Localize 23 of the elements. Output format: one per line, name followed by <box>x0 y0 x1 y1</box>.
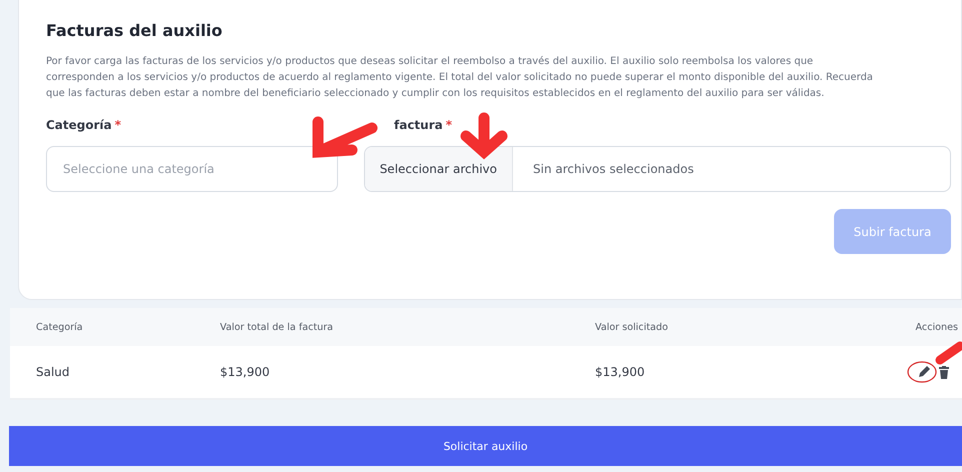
section-title: Facturas del auxilio <box>46 21 224 40</box>
submit-button[interactable]: Solicitar auxilio <box>9 426 962 466</box>
annotation-arrow <box>460 112 508 160</box>
table-cell: Salud <box>10 346 220 399</box>
required-mark: * <box>446 118 452 132</box>
column-header: Valor total de la factura <box>220 308 595 346</box>
choose-file-button[interactable]: Seleccionar archivo <box>364 147 513 191</box>
edit-icon[interactable] <box>916 364 932 380</box>
annotation-arrow <box>312 116 378 158</box>
trash-icon[interactable] <box>936 364 952 380</box>
field-label: factura <box>394 118 443 132</box>
annotation-circle <box>907 361 937 383</box>
description-text: Por favor carga las facturas de los servicios y/o productos que deseas solicitar el reembolso a través del auxilio. El auxilio solo reembolsa los valores que corresponden a los servicios y/o productos de acuerdo al reglamento vigente. El total del valor solicitado no puede superar el monto disponible del auxilio. Recuerda que las facturas deben estar a nombre del beneficiario seleccionado y cumplir con los requisitos establecidos en el reglamento del auxilio para ser válidas. <box>46 55 874 101</box>
file-input[interactable]: Seleccionar archivo Sin archivos seleccionados <box>364 146 951 192</box>
column-header: Acciones <box>845 308 962 346</box>
column-header: Valor solicitado <box>595 308 845 346</box>
category-select[interactable]: Seleccione una categoría <box>46 146 338 192</box>
file-status-text: Sin archivos seleccionados <box>532 162 694 176</box>
table-cell: $13,900 <box>220 346 595 399</box>
table-cell: $13,900 <box>595 346 845 399</box>
field-label: Categoría <box>46 118 112 132</box>
column-header: Categoría <box>10 308 220 346</box>
required-mark: * <box>114 118 122 132</box>
